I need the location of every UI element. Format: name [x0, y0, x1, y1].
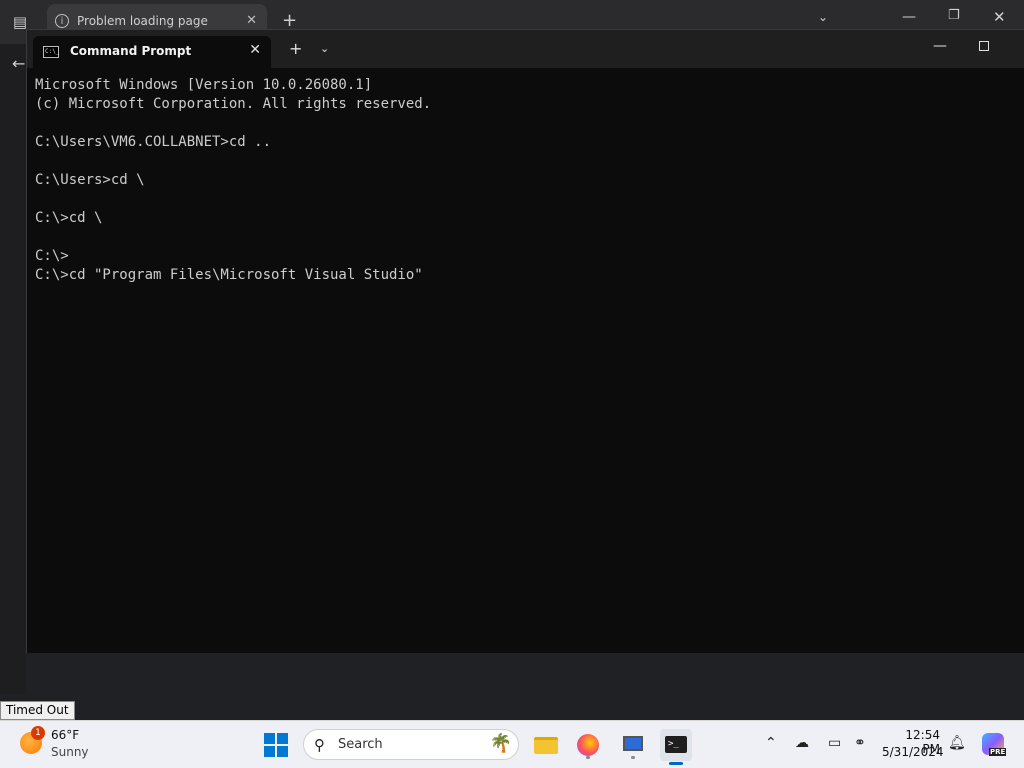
terminal-window: C:\_ Command Prompt ✕ + ⌄ — Microsoft Wi…: [26, 29, 1024, 653]
chevron-down-icon[interactable]: ⌄: [320, 42, 329, 55]
palm-tree-icon: 🌴: [489, 733, 512, 754]
back-arrow-icon[interactable]: ←: [12, 54, 25, 73]
browser-tab-title: Problem loading page: [77, 14, 208, 28]
console-line: Microsoft Windows [Version 10.0.26080.1]: [35, 77, 373, 93]
status-tooltip: Timed Out: [0, 701, 75, 720]
new-tab-icon[interactable]: +: [282, 10, 297, 31]
console-line: (c) Microsoft Corporation. All rights re…: [35, 96, 432, 112]
network-app-button[interactable]: [617, 729, 649, 761]
chevron-down-icon[interactable]: ⌄: [818, 10, 828, 24]
cmd-icon: C:\_: [43, 46, 59, 58]
terminal-tab-title: Command Prompt: [70, 44, 192, 58]
close-tab-icon[interactable]: ✕: [246, 13, 257, 28]
running-indicator: [631, 756, 635, 759]
close-tab-icon[interactable]: ✕: [249, 42, 261, 58]
console-output[interactable]: Microsoft Windows [Version 10.0.26080.1]…: [35, 76, 1015, 646]
close-window-icon[interactable]: ✕: [993, 8, 1006, 26]
minimize-icon[interactable]: —: [902, 9, 916, 25]
monitor-icon: [623, 736, 643, 751]
notification-badge: 1: [31, 726, 45, 740]
browser-side-strip: [0, 44, 26, 694]
chevron-up-icon[interactable]: ⌃: [765, 735, 777, 751]
maximize-icon[interactable]: [979, 41, 989, 51]
weather-condition: Sunny: [51, 745, 89, 759]
console-line: C:\>: [35, 248, 69, 264]
console-line: C:\Users\VM6.COLLABNET>cd ..: [35, 134, 272, 150]
weather-temperature: 66°F: [51, 728, 80, 742]
display-icon[interactable]: ▭: [828, 735, 841, 751]
terminal-icon: >_: [665, 736, 687, 753]
running-indicator: [586, 756, 590, 759]
cloud-offline-icon[interactable]: ☁: [795, 735, 809, 751]
search-icon: ⚲: [314, 736, 325, 754]
taskbar-search-box[interactable]: ⚲ Search 🌴: [303, 729, 519, 760]
terminal-tab-command-prompt[interactable]: C:\_ Command Prompt ✕: [33, 36, 271, 68]
clock-date[interactable]: 5/31/2024: [882, 745, 944, 759]
file-explorer-button[interactable]: [530, 729, 562, 761]
windows-start-icon[interactable]: [264, 733, 288, 757]
taskbar: 1 66°F Sunny ⚲ Search 🌴 >_ ⌃ ☁ ▭ ⚭ 12:54…: [0, 720, 1024, 768]
new-tab-icon[interactable]: +: [289, 39, 302, 58]
bell-icon[interactable]: 🔔︎: [948, 735, 966, 751]
terminal-titlebar[interactable]: C:\_ Command Prompt ✕ + ⌄ —: [27, 30, 1024, 68]
folder-icon: [534, 737, 558, 754]
firefox-button[interactable]: [572, 729, 604, 761]
terminal-taskbar-button[interactable]: >_: [660, 729, 692, 765]
console-line: C:\>cd "Program Files\Microsoft Visual S…: [35, 267, 423, 283]
copilot-pre-badge: PRE: [989, 748, 1007, 756]
info-icon: i: [55, 14, 69, 28]
console-line: C:\>cd \: [35, 210, 103, 226]
restore-icon[interactable]: ❐: [948, 8, 960, 23]
minimize-icon[interactable]: —: [933, 38, 947, 54]
active-indicator: [669, 762, 683, 765]
search-label: Search: [338, 737, 383, 752]
console-line: C:\Users>cd \: [35, 172, 145, 188]
firefox-icon: [577, 734, 599, 756]
network-icon[interactable]: ⚭: [854, 735, 866, 751]
